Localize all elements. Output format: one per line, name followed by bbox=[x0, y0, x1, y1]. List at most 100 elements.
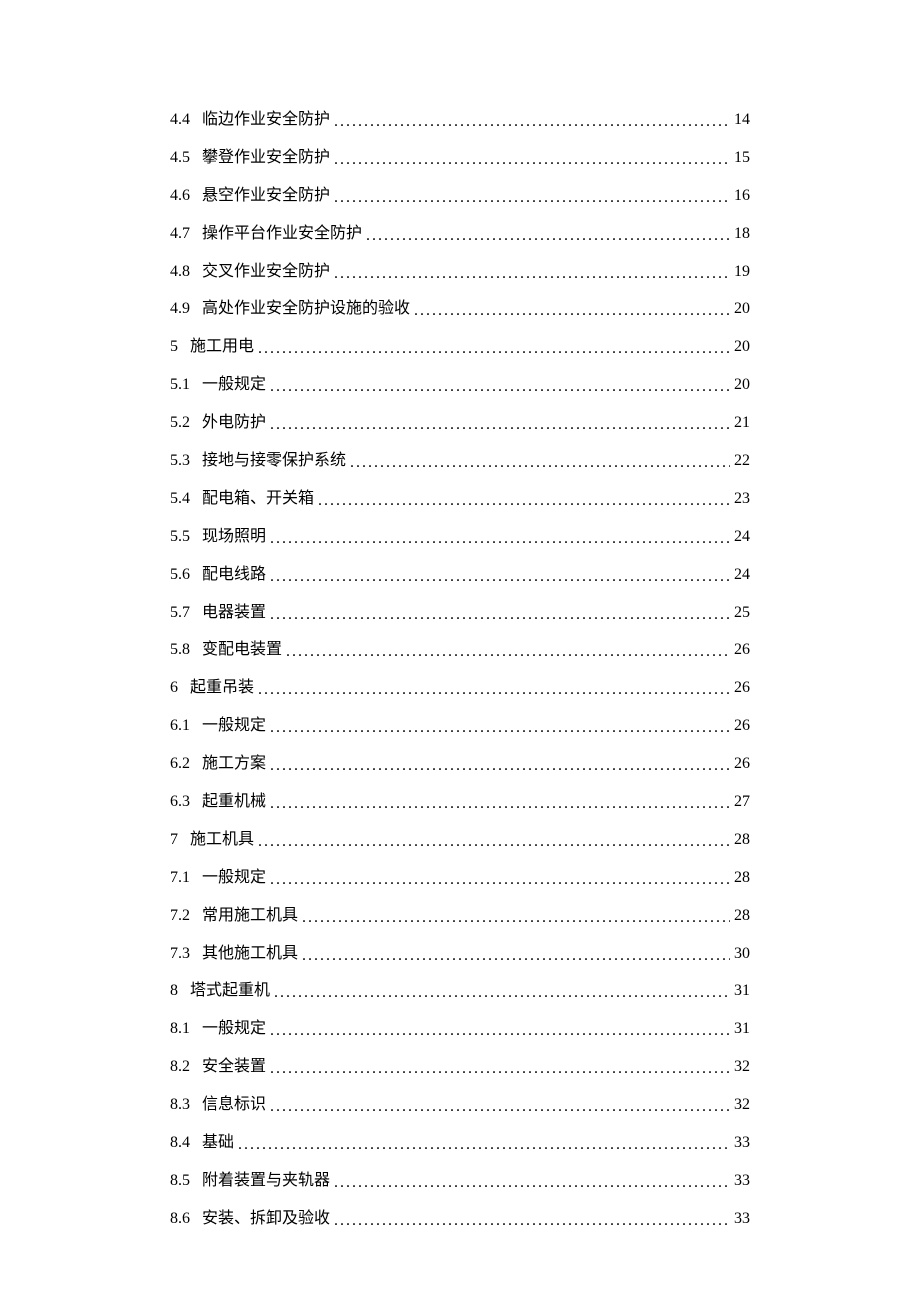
toc-entry-number: 6 bbox=[170, 680, 178, 696]
toc-entry-title: 塔式起重机 bbox=[178, 983, 274, 999]
toc-entry-title: 一般规定 bbox=[190, 718, 270, 734]
toc-entry: 6.2施工方案 26 bbox=[170, 756, 750, 772]
toc-entry-number: 7.2 bbox=[170, 908, 190, 924]
toc-entry: 8.3信息标识32 bbox=[170, 1097, 750, 1113]
toc-leader-dots bbox=[238, 1137, 730, 1153]
toc-entry-number: 5.7 bbox=[170, 605, 190, 621]
toc-leader-dots bbox=[334, 190, 730, 206]
toc-entry-number: 6.1 bbox=[170, 718, 190, 734]
toc-entry: 5.7电器装置25 bbox=[170, 605, 750, 621]
toc-entry-number: 4.5 bbox=[170, 150, 190, 166]
toc-entry-number: 6.3 bbox=[170, 794, 190, 810]
toc-entry-title: 一般规定 bbox=[190, 870, 270, 886]
toc-entry-title: 其他施工机具 bbox=[190, 946, 302, 962]
toc-entry: 8.6安装、拆卸及验收 33 bbox=[170, 1211, 750, 1227]
toc-entry-title: 高处作业安全防护设施的验收 bbox=[190, 301, 414, 317]
toc-entry-page: 24 bbox=[730, 567, 750, 583]
toc-leader-dots bbox=[334, 114, 730, 130]
toc-leader-dots bbox=[258, 834, 730, 850]
toc-entry-page: 31 bbox=[730, 983, 750, 999]
toc-entry-title: 配电线路 bbox=[190, 567, 270, 583]
toc-entry-page: 33 bbox=[730, 1211, 750, 1227]
toc-entry-number: 8.4 bbox=[170, 1135, 190, 1151]
toc-entry-page: 24 bbox=[730, 529, 750, 545]
toc-entry-number: 4.9 bbox=[170, 301, 190, 317]
toc-entry-number: 8.5 bbox=[170, 1173, 190, 1189]
toc-entry-page: 20 bbox=[730, 339, 750, 355]
toc-entry-number: 4.6 bbox=[170, 188, 190, 204]
toc-leader-dots bbox=[270, 872, 730, 888]
toc-entry: 5.2外电防护21 bbox=[170, 415, 750, 431]
toc-entry-title: 配电箱、开关箱 bbox=[190, 491, 318, 507]
toc-leader-dots bbox=[334, 152, 730, 168]
toc-entry: 4.4临边作业安全防护14 bbox=[170, 112, 750, 128]
toc-entry-page: 21 bbox=[730, 415, 750, 431]
toc-entry-page: 23 bbox=[730, 491, 750, 507]
toc-entry-page: 28 bbox=[730, 908, 750, 924]
toc-entry-title: 电器装置 bbox=[190, 605, 270, 621]
toc-entry-title: 起重机械 bbox=[190, 794, 270, 810]
toc-entry-number: 6.2 bbox=[170, 756, 190, 772]
toc-entry-number: 4.7 bbox=[170, 226, 190, 242]
toc-entry-title: 附着装置与夹轨器 bbox=[190, 1173, 334, 1189]
toc-entry: 4.6悬空作业安全防护16 bbox=[170, 188, 750, 204]
toc-entry-number: 5 bbox=[170, 339, 178, 355]
toc-leader-dots bbox=[302, 910, 730, 926]
toc-entry-title: 现场照明 bbox=[190, 529, 270, 545]
toc-entry-number: 5.5 bbox=[170, 529, 190, 545]
toc-entry-number: 8 bbox=[170, 983, 178, 999]
toc-entry-page: 20 bbox=[730, 301, 750, 317]
toc-leader-dots bbox=[270, 569, 730, 585]
toc-entry: 6起重吊装 26 bbox=[170, 680, 750, 696]
toc-leader-dots bbox=[334, 1213, 730, 1229]
page-content: 4.4临边作业安全防护144.5攀登作业安全防护154.6悬空作业安全防护164… bbox=[0, 0, 920, 1302]
toc-entry-title: 施工用电 bbox=[178, 339, 258, 355]
toc-entry-title: 交叉作业安全防护 bbox=[190, 264, 334, 280]
toc-entry-title: 变配电装置 bbox=[190, 642, 286, 658]
toc-entry-number: 7.3 bbox=[170, 946, 190, 962]
toc-entry: 8塔式起重机 31 bbox=[170, 983, 750, 999]
toc-entry: 5施工用电 20 bbox=[170, 339, 750, 355]
toc-entry: 5.8变配电装置26 bbox=[170, 642, 750, 658]
toc-entry-number: 8.1 bbox=[170, 1021, 190, 1037]
toc-entry-number: 7.1 bbox=[170, 870, 190, 886]
toc-leader-dots bbox=[270, 758, 730, 774]
toc-entry: 5.1一般规定20 bbox=[170, 377, 750, 393]
toc-entry-title: 攀登作业安全防护 bbox=[190, 150, 334, 166]
toc-leader-dots bbox=[270, 1061, 730, 1077]
toc-entry-number: 4.8 bbox=[170, 264, 190, 280]
toc-entry-number: 5.3 bbox=[170, 453, 190, 469]
toc-entry: 5.5现场照明 24 bbox=[170, 529, 750, 545]
toc-entry: 7.1一般规定28 bbox=[170, 870, 750, 886]
toc-leader-dots bbox=[350, 455, 730, 471]
toc-leader-dots bbox=[334, 266, 730, 282]
toc-entry-page: 19 bbox=[730, 264, 750, 280]
toc-entry-page: 33 bbox=[730, 1135, 750, 1151]
toc-entry-title: 安装、拆卸及验收 bbox=[190, 1211, 334, 1227]
toc-entry-page: 26 bbox=[730, 680, 750, 696]
toc-entry: 7施工机具28 bbox=[170, 832, 750, 848]
toc-leader-dots bbox=[270, 531, 730, 547]
toc-leader-dots bbox=[274, 985, 730, 1001]
toc-entry-page: 27 bbox=[730, 794, 750, 810]
toc-entry-title: 施工方案 bbox=[190, 756, 270, 772]
toc-leader-dots bbox=[258, 341, 730, 357]
toc-entry: 4.7操作平台作业安全防护18 bbox=[170, 226, 750, 242]
toc-entry-number: 8.6 bbox=[170, 1211, 190, 1227]
toc-entry-page: 20 bbox=[730, 377, 750, 393]
toc-entry: 8.1一般规定31 bbox=[170, 1021, 750, 1037]
toc-entry-number: 4.4 bbox=[170, 112, 190, 128]
toc-leader-dots bbox=[270, 379, 730, 395]
toc-entry-number: 5.1 bbox=[170, 377, 190, 393]
toc-entry: 7.2常用施工机具28 bbox=[170, 908, 750, 924]
toc-entry-page: 33 bbox=[730, 1173, 750, 1189]
toc-leader-dots bbox=[286, 644, 730, 660]
toc-entry-page: 26 bbox=[730, 756, 750, 772]
toc-entry-number: 7 bbox=[170, 832, 178, 848]
toc-leader-dots bbox=[270, 720, 730, 736]
toc-entry: 6.3起重机械 27 bbox=[170, 794, 750, 810]
toc-entry-title: 起重吊装 bbox=[178, 680, 258, 696]
toc-leader-dots bbox=[258, 682, 730, 698]
toc-leader-dots bbox=[270, 607, 730, 623]
toc-entry-number: 8.3 bbox=[170, 1097, 190, 1113]
